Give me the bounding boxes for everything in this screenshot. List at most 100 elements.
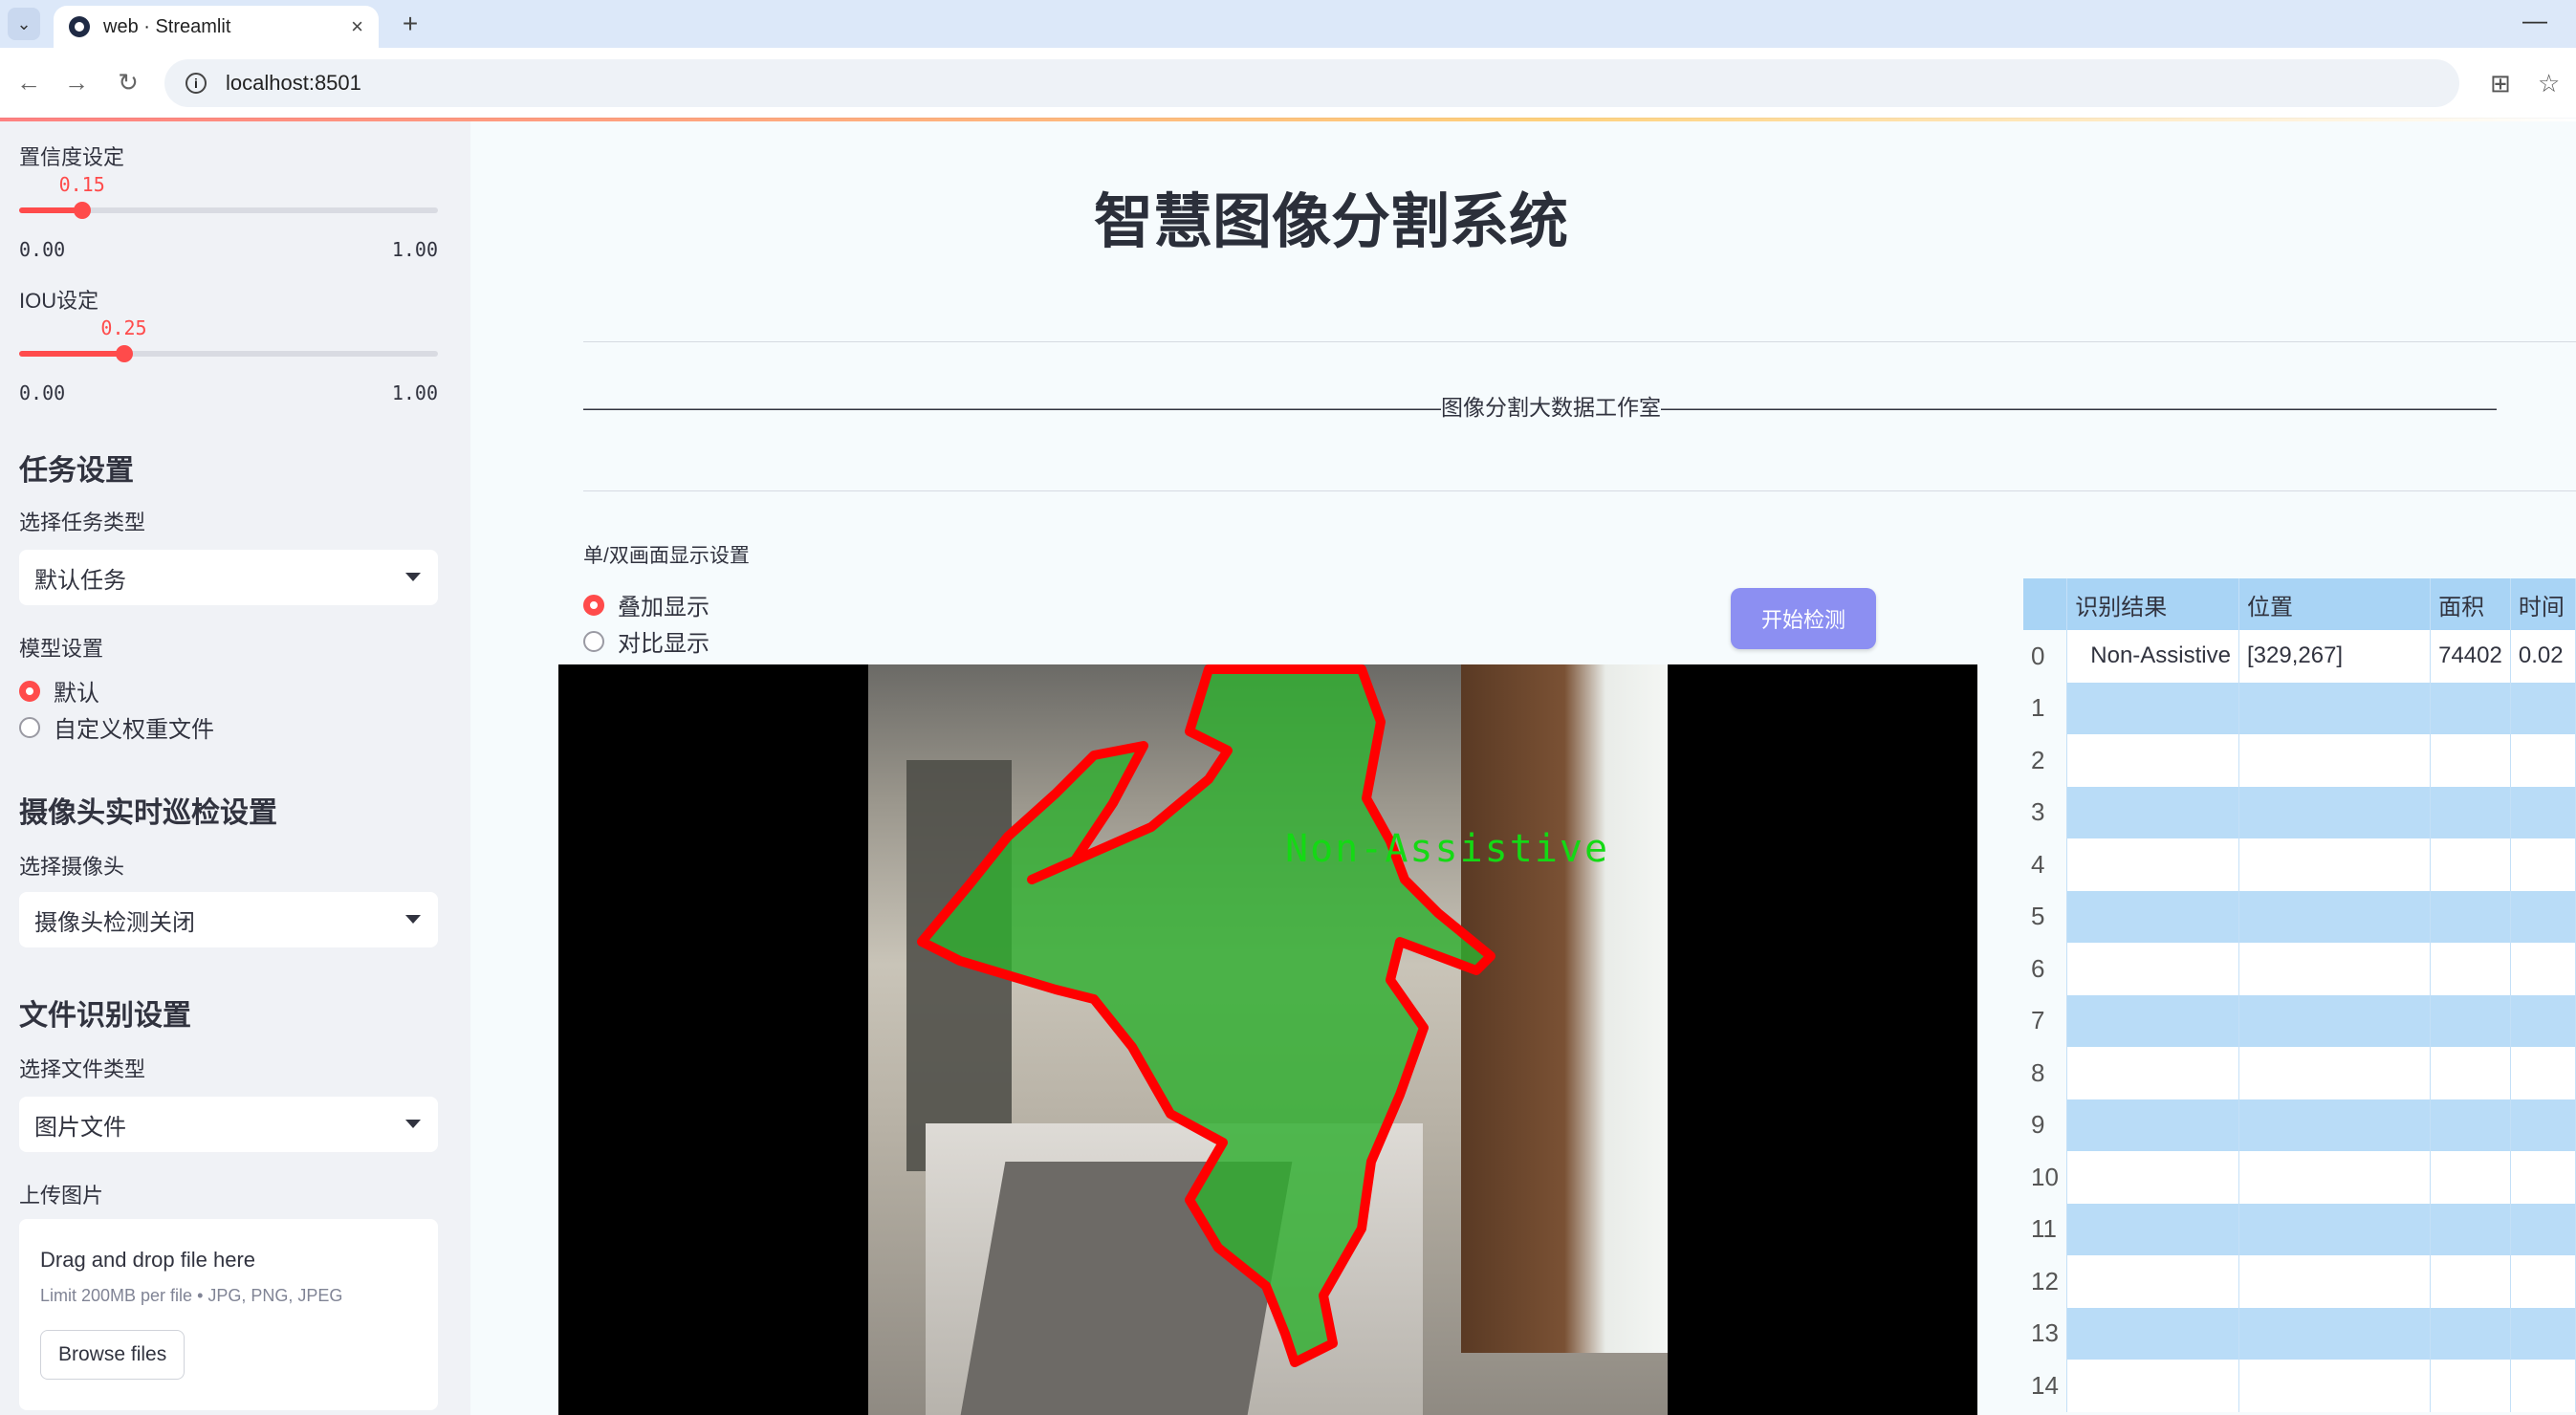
cell-area[interactable] bbox=[2430, 682, 2511, 734]
cell-position[interactable] bbox=[2238, 786, 2432, 838]
cell-time[interactable] bbox=[2510, 1255, 2576, 1308]
row-index[interactable]: 3 bbox=[2023, 786, 2068, 838]
table-row[interactable]: 12 bbox=[2023, 1255, 2576, 1308]
row-index[interactable]: 14 bbox=[2023, 1360, 2068, 1412]
column-header-result[interactable]: 识别结果 bbox=[2066, 578, 2239, 630]
cell-result[interactable] bbox=[2066, 1203, 2239, 1255]
cell-result[interactable] bbox=[2066, 786, 2239, 838]
cell-position[interactable] bbox=[2238, 1099, 2432, 1151]
tab-menu-icon[interactable]: ⌄ bbox=[8, 8, 40, 40]
radio-unselected-icon[interactable] bbox=[583, 630, 604, 652]
cell-result[interactable] bbox=[2066, 1099, 2239, 1151]
file-uploader-dropzone[interactable]: Drag and drop file here Limit 200MB per … bbox=[19, 1219, 438, 1410]
cell-time[interactable] bbox=[2510, 1047, 2576, 1099]
cell-position[interactable] bbox=[2238, 890, 2432, 943]
cell-position[interactable] bbox=[2238, 1151, 2432, 1204]
row-index[interactable]: 11 bbox=[2023, 1203, 2068, 1255]
browser-tab[interactable]: web · Streamlit × bbox=[54, 6, 379, 48]
table-row[interactable]: 11 bbox=[2023, 1203, 2576, 1255]
cell-result[interactable] bbox=[2066, 1151, 2239, 1204]
row-index[interactable]: 7 bbox=[2023, 994, 2068, 1047]
row-index[interactable]: 8 bbox=[2023, 1047, 2068, 1099]
camera-select[interactable]: 摄像头检测关闭 bbox=[19, 892, 438, 947]
cell-result[interactable] bbox=[2066, 1307, 2239, 1360]
row-index[interactable]: 2 bbox=[2023, 734, 2068, 787]
row-index[interactable]: 10 bbox=[2023, 1151, 2068, 1204]
star-icon[interactable]: ☆ bbox=[2538, 69, 2560, 98]
row-index[interactable]: 13 bbox=[2023, 1307, 2068, 1360]
cell-time[interactable] bbox=[2510, 1360, 2576, 1412]
cell-area[interactable] bbox=[2430, 994, 2511, 1047]
cell-position[interactable] bbox=[2238, 734, 2432, 787]
browse-files-button[interactable]: Browse files bbox=[40, 1330, 186, 1380]
cell-position[interactable] bbox=[2238, 1203, 2432, 1255]
table-row[interactable]: 0 Non-Assistive [329,267] 74402 0.02 bbox=[2023, 630, 2576, 683]
cell-position[interactable] bbox=[2238, 1307, 2432, 1360]
cell-position[interactable] bbox=[2238, 1047, 2432, 1099]
task-type-select[interactable]: 默认任务 bbox=[19, 550, 438, 605]
radio-selected-icon[interactable] bbox=[19, 680, 40, 702]
table-row[interactable]: 2 bbox=[2023, 734, 2576, 787]
cell-result[interactable] bbox=[2066, 838, 2239, 891]
radio-unselected-icon[interactable] bbox=[19, 716, 40, 738]
cell-area[interactable] bbox=[2430, 1203, 2511, 1255]
cell-area[interactable] bbox=[2430, 1360, 2511, 1412]
cell-result[interactable] bbox=[2066, 734, 2239, 787]
table-row[interactable]: 14 bbox=[2023, 1360, 2576, 1412]
iou-slider[interactable]: 0.25 0.00 1.00 bbox=[19, 316, 438, 412]
model-option-custom[interactable]: 自定义权重文件 bbox=[19, 710, 214, 744]
cell-area[interactable] bbox=[2430, 943, 2511, 995]
column-header-area[interactable]: 面积 bbox=[2430, 578, 2511, 630]
model-option-default[interactable]: 默认 bbox=[19, 674, 99, 708]
row-index[interactable]: 12 bbox=[2023, 1255, 2068, 1308]
row-index[interactable]: 5 bbox=[2023, 890, 2068, 943]
cell-area[interactable] bbox=[2430, 786, 2511, 838]
cell-result[interactable] bbox=[2066, 994, 2239, 1047]
table-row[interactable]: 1 bbox=[2023, 682, 2576, 734]
cell-area[interactable] bbox=[2430, 890, 2511, 943]
cell-time[interactable] bbox=[2510, 943, 2576, 995]
cell-position[interactable] bbox=[2238, 994, 2432, 1047]
cell-time[interactable] bbox=[2510, 1151, 2576, 1204]
cell-result[interactable] bbox=[2066, 1360, 2239, 1412]
info-icon[interactable]: i bbox=[186, 73, 207, 94]
confidence-thumb[interactable] bbox=[73, 202, 91, 219]
cell-result[interactable] bbox=[2066, 1047, 2239, 1099]
file-type-select[interactable]: 图片文件 bbox=[19, 1097, 438, 1152]
new-tab-icon[interactable]: + bbox=[394, 8, 426, 40]
cell-time[interactable] bbox=[2510, 1203, 2576, 1255]
cell-time[interactable] bbox=[2510, 838, 2576, 891]
cell-position[interactable] bbox=[2238, 838, 2432, 891]
cell-time[interactable]: 0.02 bbox=[2510, 630, 2576, 683]
table-row[interactable]: 10 bbox=[2023, 1151, 2576, 1204]
confidence-slider[interactable]: 0.15 0.00 1.00 bbox=[19, 173, 438, 269]
cell-time[interactable] bbox=[2510, 734, 2576, 787]
cell-result[interactable] bbox=[2066, 890, 2239, 943]
results-table[interactable]: 识别结果 位置 面积 时间 0 Non-Assistive [329,267] 744… bbox=[2023, 578, 2576, 1415]
cell-time[interactable] bbox=[2510, 786, 2576, 838]
display-option-compare[interactable]: 对比显示 bbox=[583, 624, 709, 658]
cell-area[interactable] bbox=[2430, 1151, 2511, 1204]
cell-result[interactable] bbox=[2066, 682, 2239, 734]
cell-position[interactable] bbox=[2238, 943, 2432, 995]
cell-area[interactable] bbox=[2430, 838, 2511, 891]
cell-time[interactable] bbox=[2510, 994, 2576, 1047]
cell-area[interactable] bbox=[2430, 1099, 2511, 1151]
row-index[interactable]: 6 bbox=[2023, 943, 2068, 995]
column-header-time[interactable]: 时间 bbox=[2510, 578, 2576, 630]
cell-time[interactable] bbox=[2510, 1099, 2576, 1151]
cell-area[interactable] bbox=[2430, 734, 2511, 787]
iou-thumb[interactable] bbox=[115, 345, 133, 362]
cell-position[interactable] bbox=[2238, 682, 2432, 734]
cell-result[interactable]: Non-Assistive bbox=[2066, 630, 2239, 683]
start-detection-button[interactable]: 开始检测 bbox=[1731, 588, 1876, 649]
cell-area[interactable] bbox=[2430, 1255, 2511, 1308]
translate-icon[interactable]: ⊞ bbox=[2490, 69, 2511, 98]
cell-area[interactable]: 74402 bbox=[2430, 630, 2511, 683]
table-row[interactable]: 7 bbox=[2023, 994, 2576, 1047]
back-icon[interactable]: ← bbox=[11, 65, 46, 99]
row-index[interactable]: 9 bbox=[2023, 1099, 2068, 1151]
cell-position[interactable] bbox=[2238, 1360, 2432, 1412]
cell-result[interactable] bbox=[2066, 943, 2239, 995]
url-field[interactable]: i localhost:8501 bbox=[164, 59, 2459, 107]
